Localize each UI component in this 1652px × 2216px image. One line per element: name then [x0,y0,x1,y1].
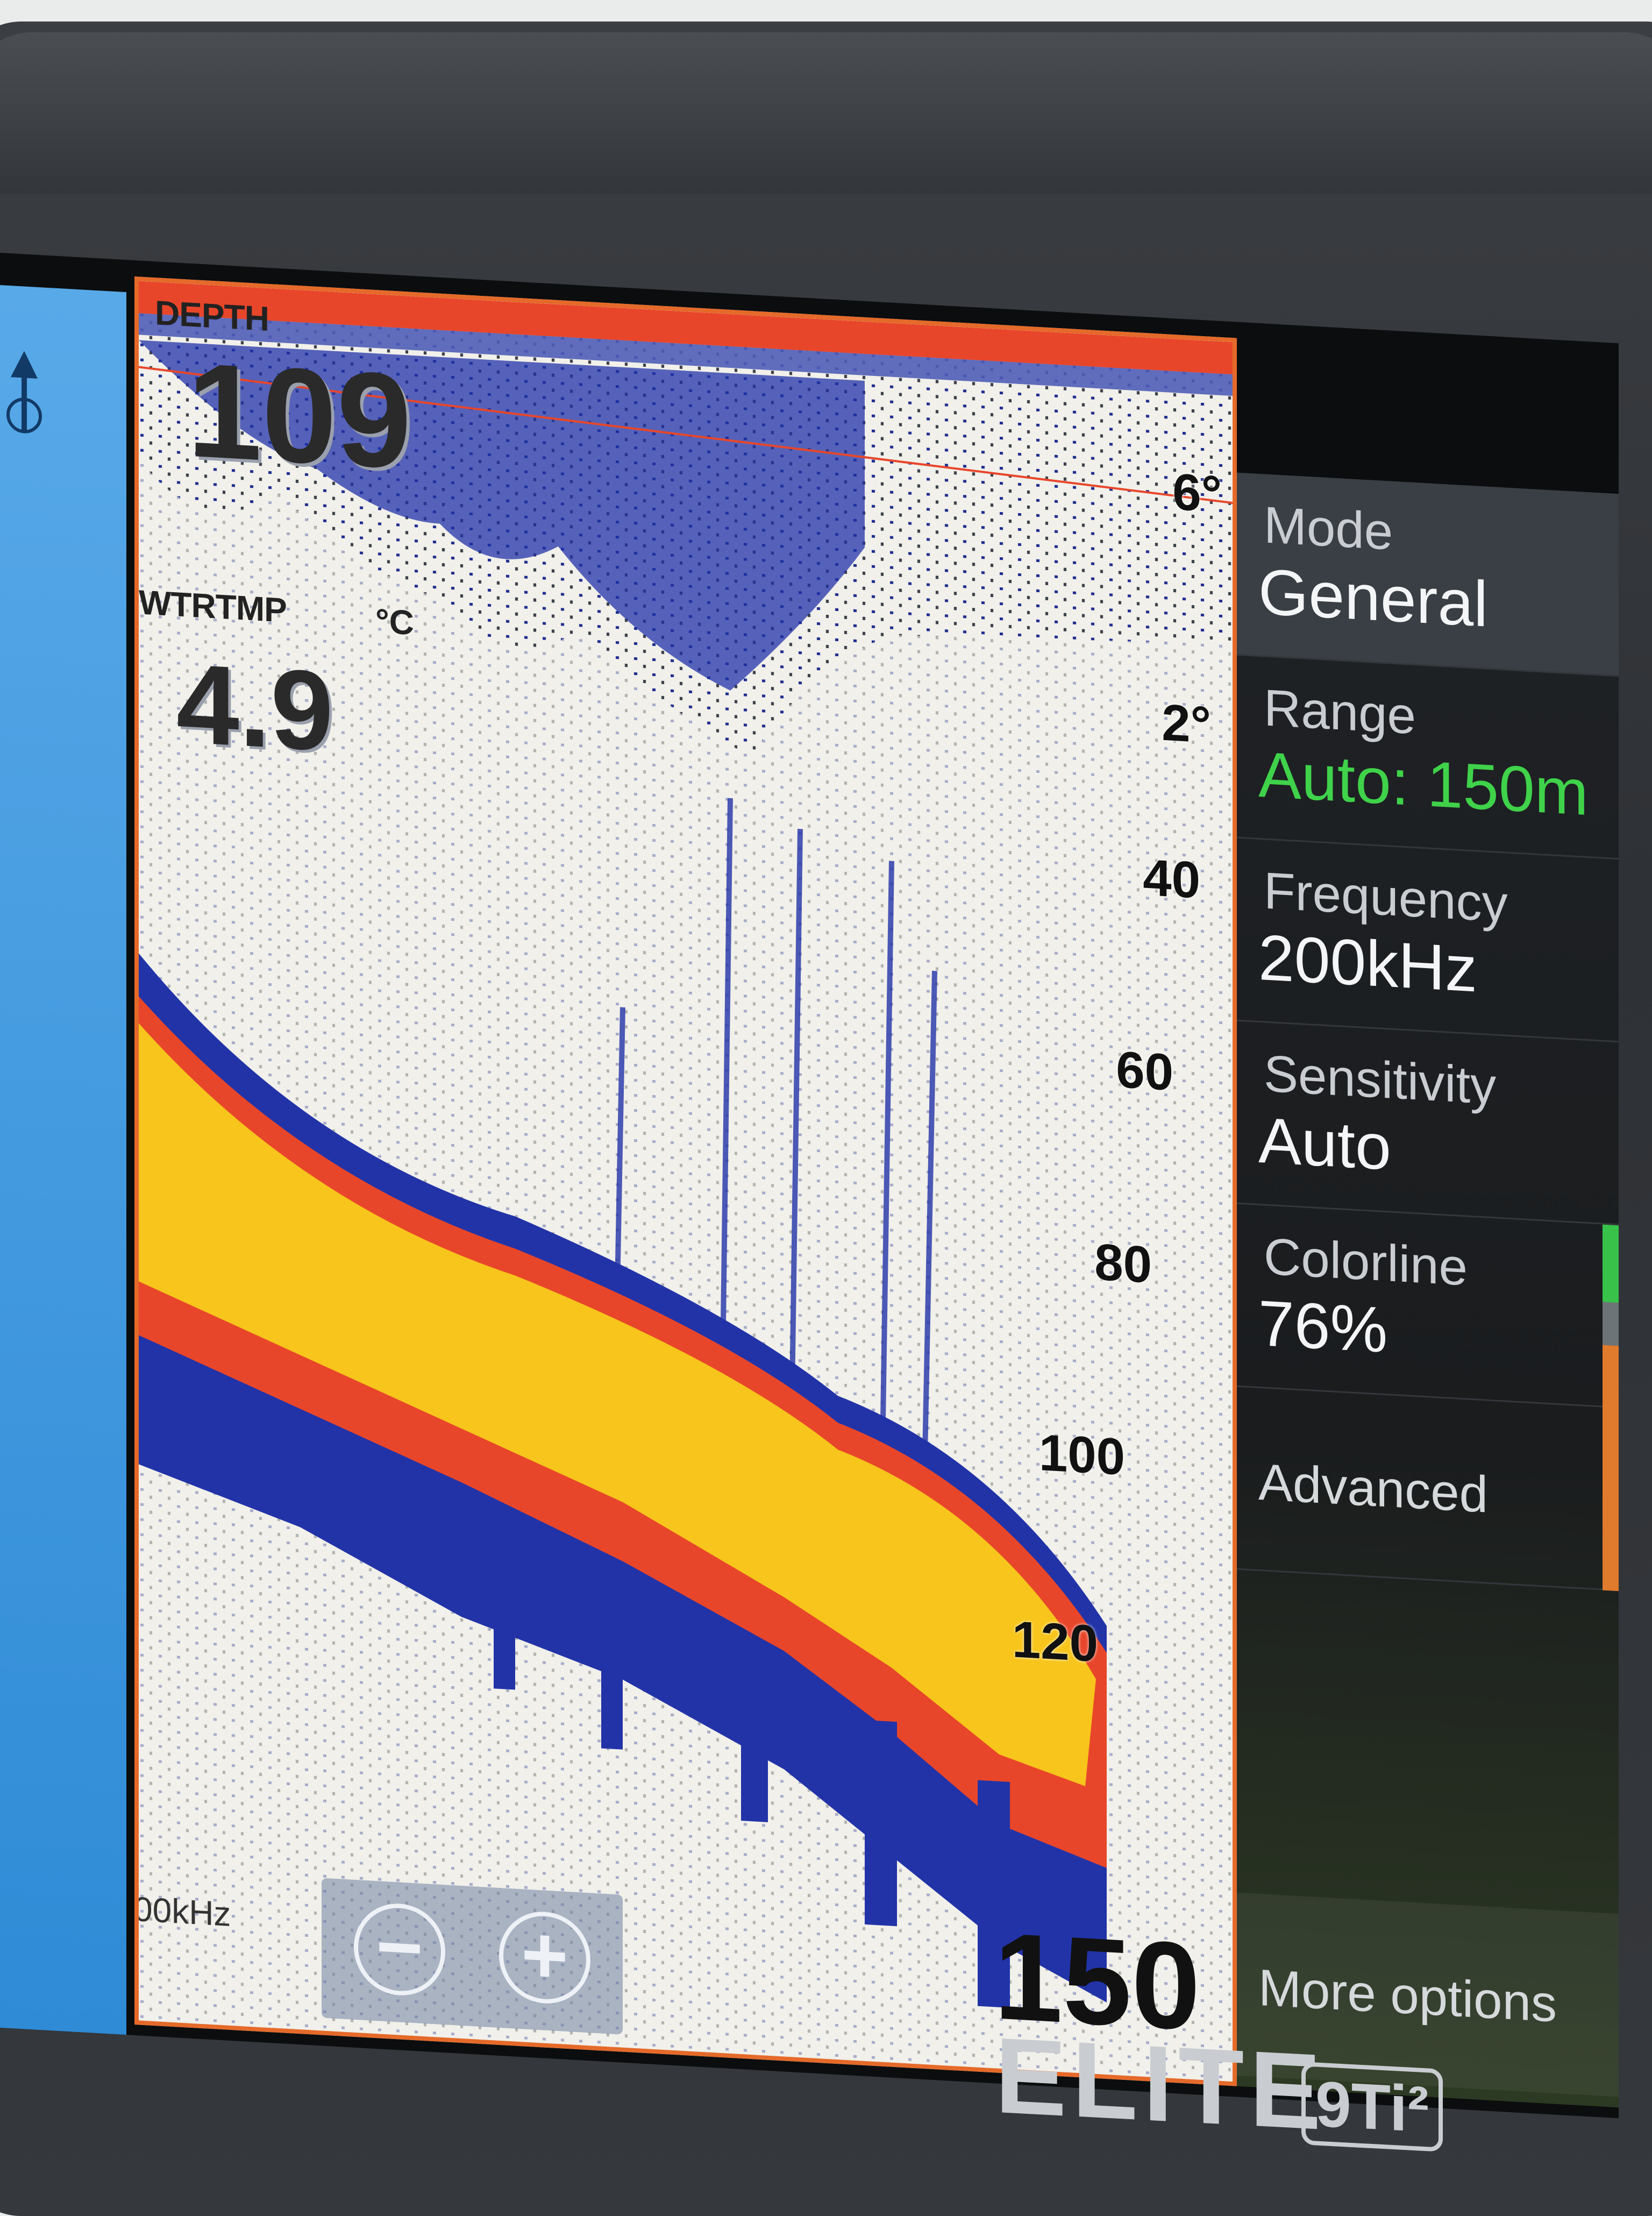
colorline-level-bar[interactable] [1603,1224,1619,1592]
display-screen: DEPTH 109 WTRTMP °C 4.9 00kHz 6° 2° 40 6… [0,253,1619,2119]
menu-item-advanced[interactable]: Advanced [1237,1387,1619,1592]
frequency-value: 200kHz [1258,921,1477,1006]
sonar-echo-graphic [139,281,1237,2086]
zoom-in-button[interactable]: + [499,1908,590,2006]
menu-item-colorline[interactable]: Colorline 76% [1237,1204,1619,1409]
menu-item-range[interactable]: Range Auto: 150m [1237,655,1619,860]
range-value: Auto: 150m [1258,738,1589,829]
depth-label: DEPTH [155,293,269,338]
scale-label: 40 [1143,848,1200,910]
scale-label: 2° [1162,693,1211,754]
sonar-view[interactable]: DEPTH 109 WTRTMP °C 4.9 00kHz 6° 2° 40 6… [134,276,1237,2086]
sonar-menu: Mode General Range Auto: 150m Frequency … [1237,472,1619,2108]
device-top-lip [0,32,1652,194]
scale-label: 6° [1172,463,1222,524]
sonar-frequency-label: 00kHz [134,1889,231,1934]
colorline-value: 76% [1258,1287,1388,1367]
colorline-label: Colorline [1264,1227,1468,1297]
water-temp-value: 4.9 [176,640,333,775]
scale-label: 100 [1038,1424,1125,1486]
depth-value: 109 [187,334,412,497]
menu-item-sensitivity[interactable]: Sensitivity Auto [1237,1021,1619,1226]
chart-panel-strip[interactable] [0,285,126,2035]
menu-item-frequency[interactable]: Frequency 200kHz [1237,838,1619,1043]
scale-label: 60 [1116,1041,1173,1102]
mode-value: General [1258,555,1488,641]
scale-label: 120 [1012,1610,1098,1673]
scale-label: 80 [1094,1233,1152,1294]
advanced-label: Advanced [1258,1453,1488,1524]
menu-item-mode[interactable]: Mode General [1237,472,1619,677]
water-temp-unit: °C [375,601,414,643]
zoom-controls: − + [322,1878,623,2035]
model-badge: 9Ti² [1301,2062,1443,2152]
more-options-label: More options [1258,1958,1557,2033]
sensitivity-value: Auto [1258,1104,1391,1184]
range-label: Range [1264,679,1416,745]
water-temp-label: WTRTMP [139,583,287,630]
mode-label: Mode [1264,496,1393,561]
zoom-out-button[interactable]: − [354,1900,445,1998]
brand-logo: ELITE [995,2015,1327,2153]
north-arrow-icon [6,351,42,434]
